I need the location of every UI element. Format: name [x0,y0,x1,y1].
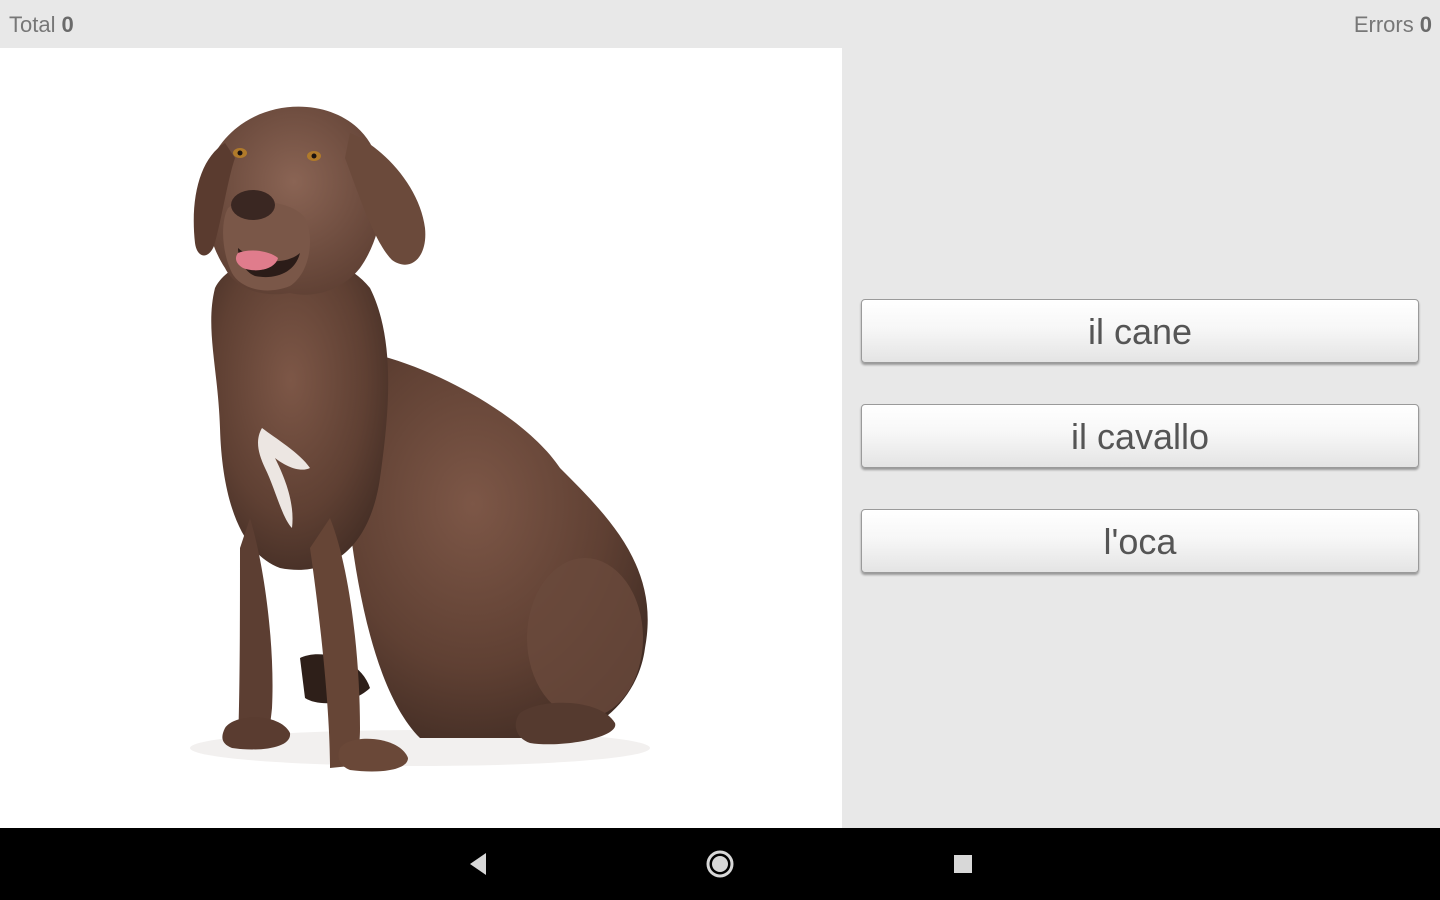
answer-button-3[interactable]: l'oca [861,509,1419,573]
picture-panel [0,48,842,828]
home-button[interactable] [700,844,740,884]
answers-panel: il cane il cavallo l'oca [842,48,1440,828]
total-score: Total 0 [9,12,74,38]
navigation-bar [0,828,1440,900]
total-label: Total [9,12,56,37]
total-value: 0 [61,12,74,37]
dog-picture [190,106,650,772]
home-circle-icon [706,850,734,878]
recents-button[interactable] [943,844,983,884]
back-button[interactable] [458,844,498,884]
score-bar: Total 0 Errors 0 [0,0,1440,48]
errors-label: Errors [1353,12,1414,37]
answer-button-1[interactable]: il cane [861,299,1419,363]
recents-square-icon [954,855,972,873]
errors-score: Errors 0 [1354,12,1432,38]
app-root: Total 0 Errors 0 il cane il cavallo l'oc… [0,0,1440,900]
back-triangle-icon [470,853,486,875]
errors-value: 0 [1419,12,1432,37]
answer-button-2[interactable]: il cavallo [861,404,1419,468]
